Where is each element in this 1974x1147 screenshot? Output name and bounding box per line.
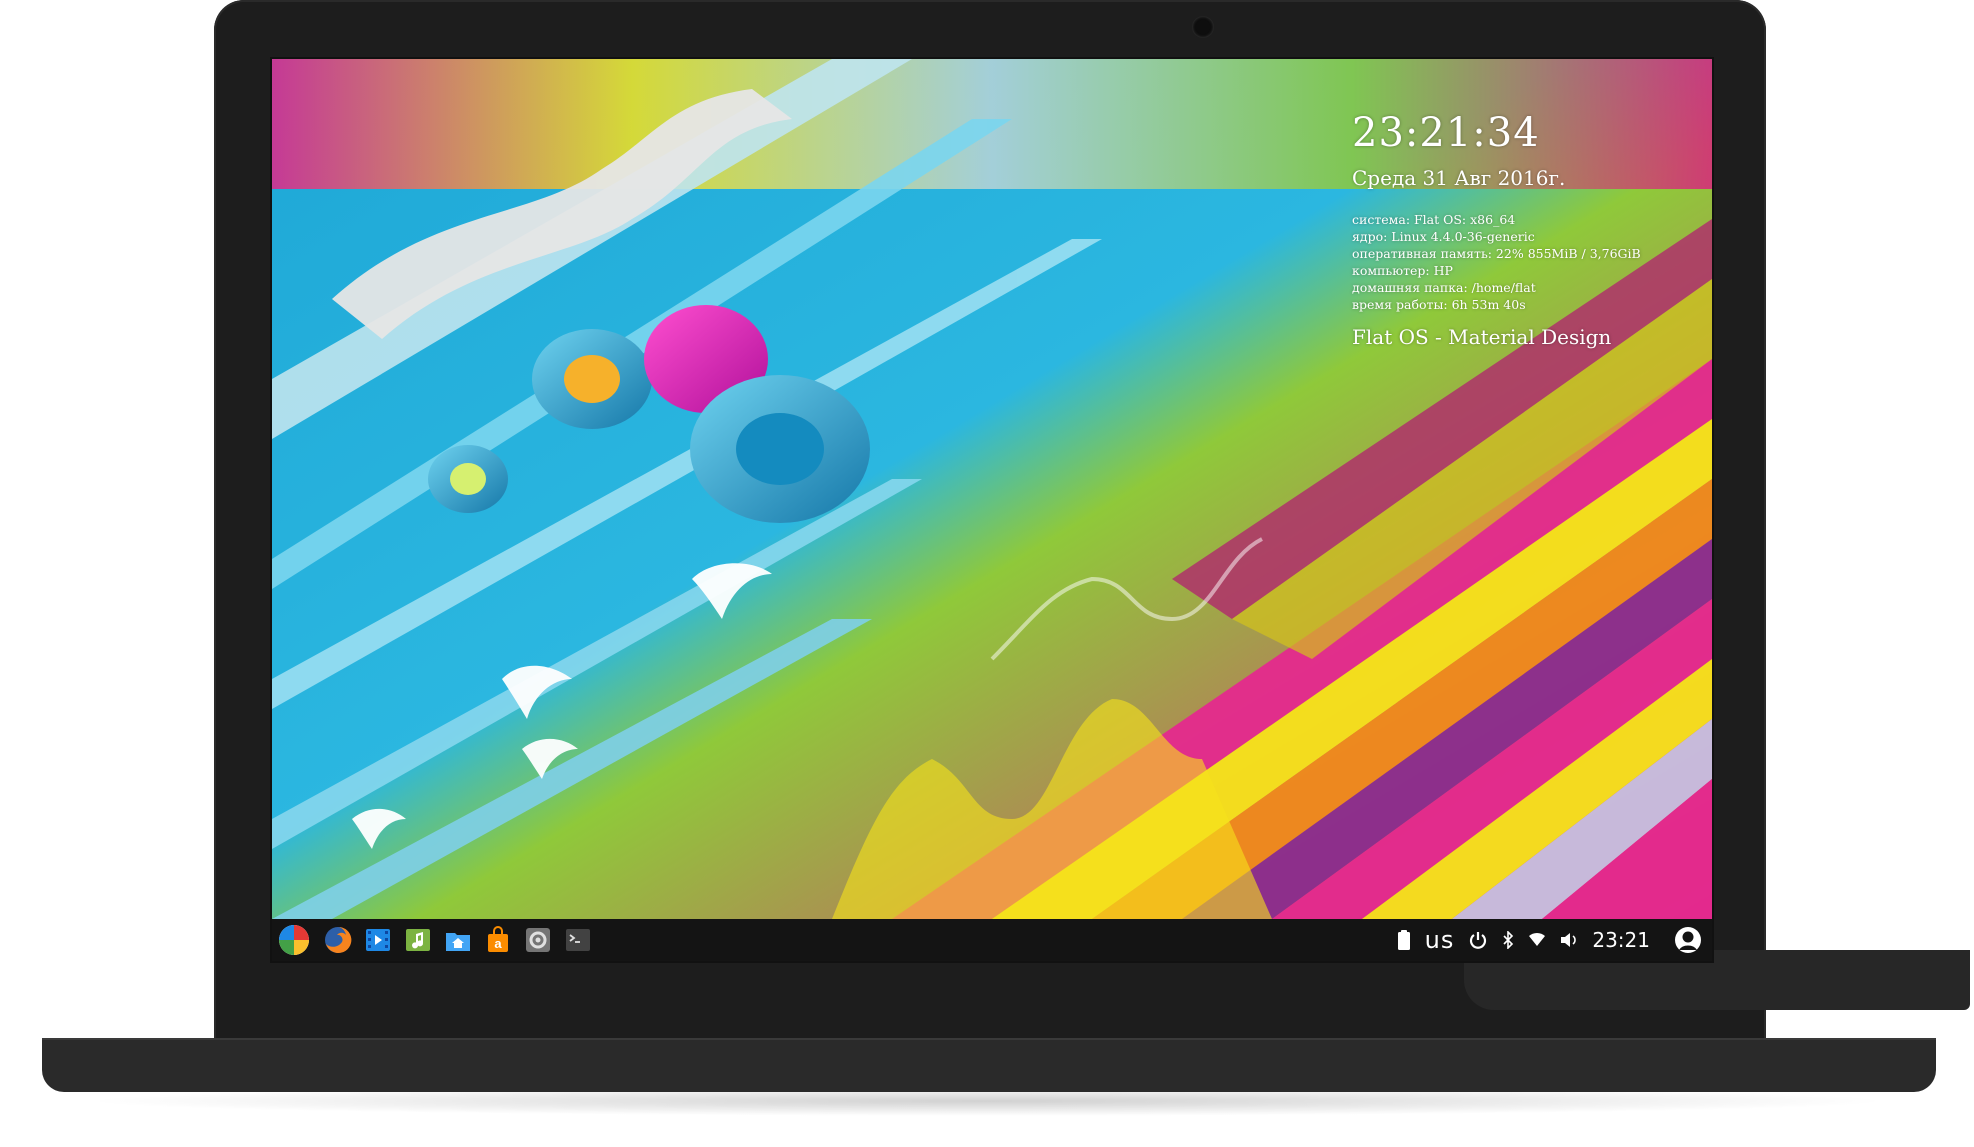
- music-player-launcher[interactable]: [404, 926, 432, 954]
- webcam: [1192, 16, 1214, 38]
- terminal-icon: [566, 929, 590, 951]
- conky-info-memory: оперативная память: 22% 855MiB / 3,76GiB: [1352, 246, 1641, 261]
- conky-date: Среда 31 Авг 2016г.: [1352, 166, 1566, 190]
- taskbar: a us 23:21: [272, 919, 1712, 961]
- conky-widget: 23:21:34 Среда 31 Авг 2016г. система: Fl…: [1352, 107, 1692, 351]
- firefox-launcher[interactable]: [324, 926, 352, 954]
- power-icon: [1470, 932, 1487, 949]
- clipboard-tray[interactable]: [1397, 929, 1411, 951]
- user-menu-tray[interactable]: [1674, 926, 1702, 954]
- app-store-launcher[interactable]: a: [484, 926, 512, 954]
- conky-info-kernel: ядро: Linux 4.4.0-36-generic: [1352, 229, 1535, 244]
- conky-info-home: домашняя папка: /home/flat: [1352, 280, 1536, 295]
- bluetooth-icon: [1503, 931, 1514, 949]
- keyboard-layout-indicator[interactable]: us: [1425, 926, 1455, 954]
- volume-tray[interactable]: [1560, 931, 1580, 949]
- conky-clock: 23:21:34: [1352, 110, 1540, 156]
- bluetooth-tray[interactable]: [1502, 931, 1514, 949]
- svg-text:a: a: [494, 936, 502, 951]
- volume-icon: [1561, 933, 1577, 947]
- film-icon: [366, 929, 390, 951]
- taskbar-clock[interactable]: 23:21: [1592, 928, 1650, 952]
- system-settings-launcher[interactable]: [524, 926, 552, 954]
- conky-system-info: система: Flat OS: x86_64 ядро: Linux 4.4…: [1352, 211, 1692, 313]
- flat-os-logo-icon: [279, 925, 309, 955]
- conky-info-system: система: Flat OS: x86_64: [1352, 212, 1516, 227]
- music-icon: [406, 929, 430, 951]
- video-player-launcher[interactable]: [364, 926, 392, 954]
- screen: 23:21:34 Среда 31 Авг 2016г. система: Fl…: [270, 57, 1714, 963]
- wifi-icon: [1529, 932, 1546, 946]
- clipboard-icon: [1397, 930, 1410, 950]
- shopping-bag-icon: a: [488, 926, 508, 952]
- wifi-tray[interactable]: [1528, 932, 1546, 948]
- file-manager-launcher[interactable]: [444, 926, 472, 954]
- power-tray[interactable]: [1468, 930, 1488, 950]
- taskbar-launchers: a: [272, 924, 604, 956]
- firefox-icon: [325, 926, 352, 953]
- app-menu-button[interactable]: [278, 924, 310, 956]
- user-avatar-icon: [1675, 927, 1701, 953]
- terminal-launcher[interactable]: [564, 926, 592, 954]
- conky-brand: Flat OS - Material Design: [1352, 325, 1612, 349]
- home-folder-icon: [446, 933, 470, 951]
- laptop-base: [42, 1038, 1936, 1092]
- laptop-mockup: 23:21:34 Среда 31 Авг 2016г. система: Fl…: [0, 0, 1974, 1147]
- system-tray: us 23:21: [1383, 926, 1712, 954]
- conky-info-computer: компьютер: HP: [1352, 263, 1453, 278]
- settings-icon: [526, 928, 550, 952]
- conky-info-uptime: время работы: 6h 53m 40s: [1352, 297, 1526, 312]
